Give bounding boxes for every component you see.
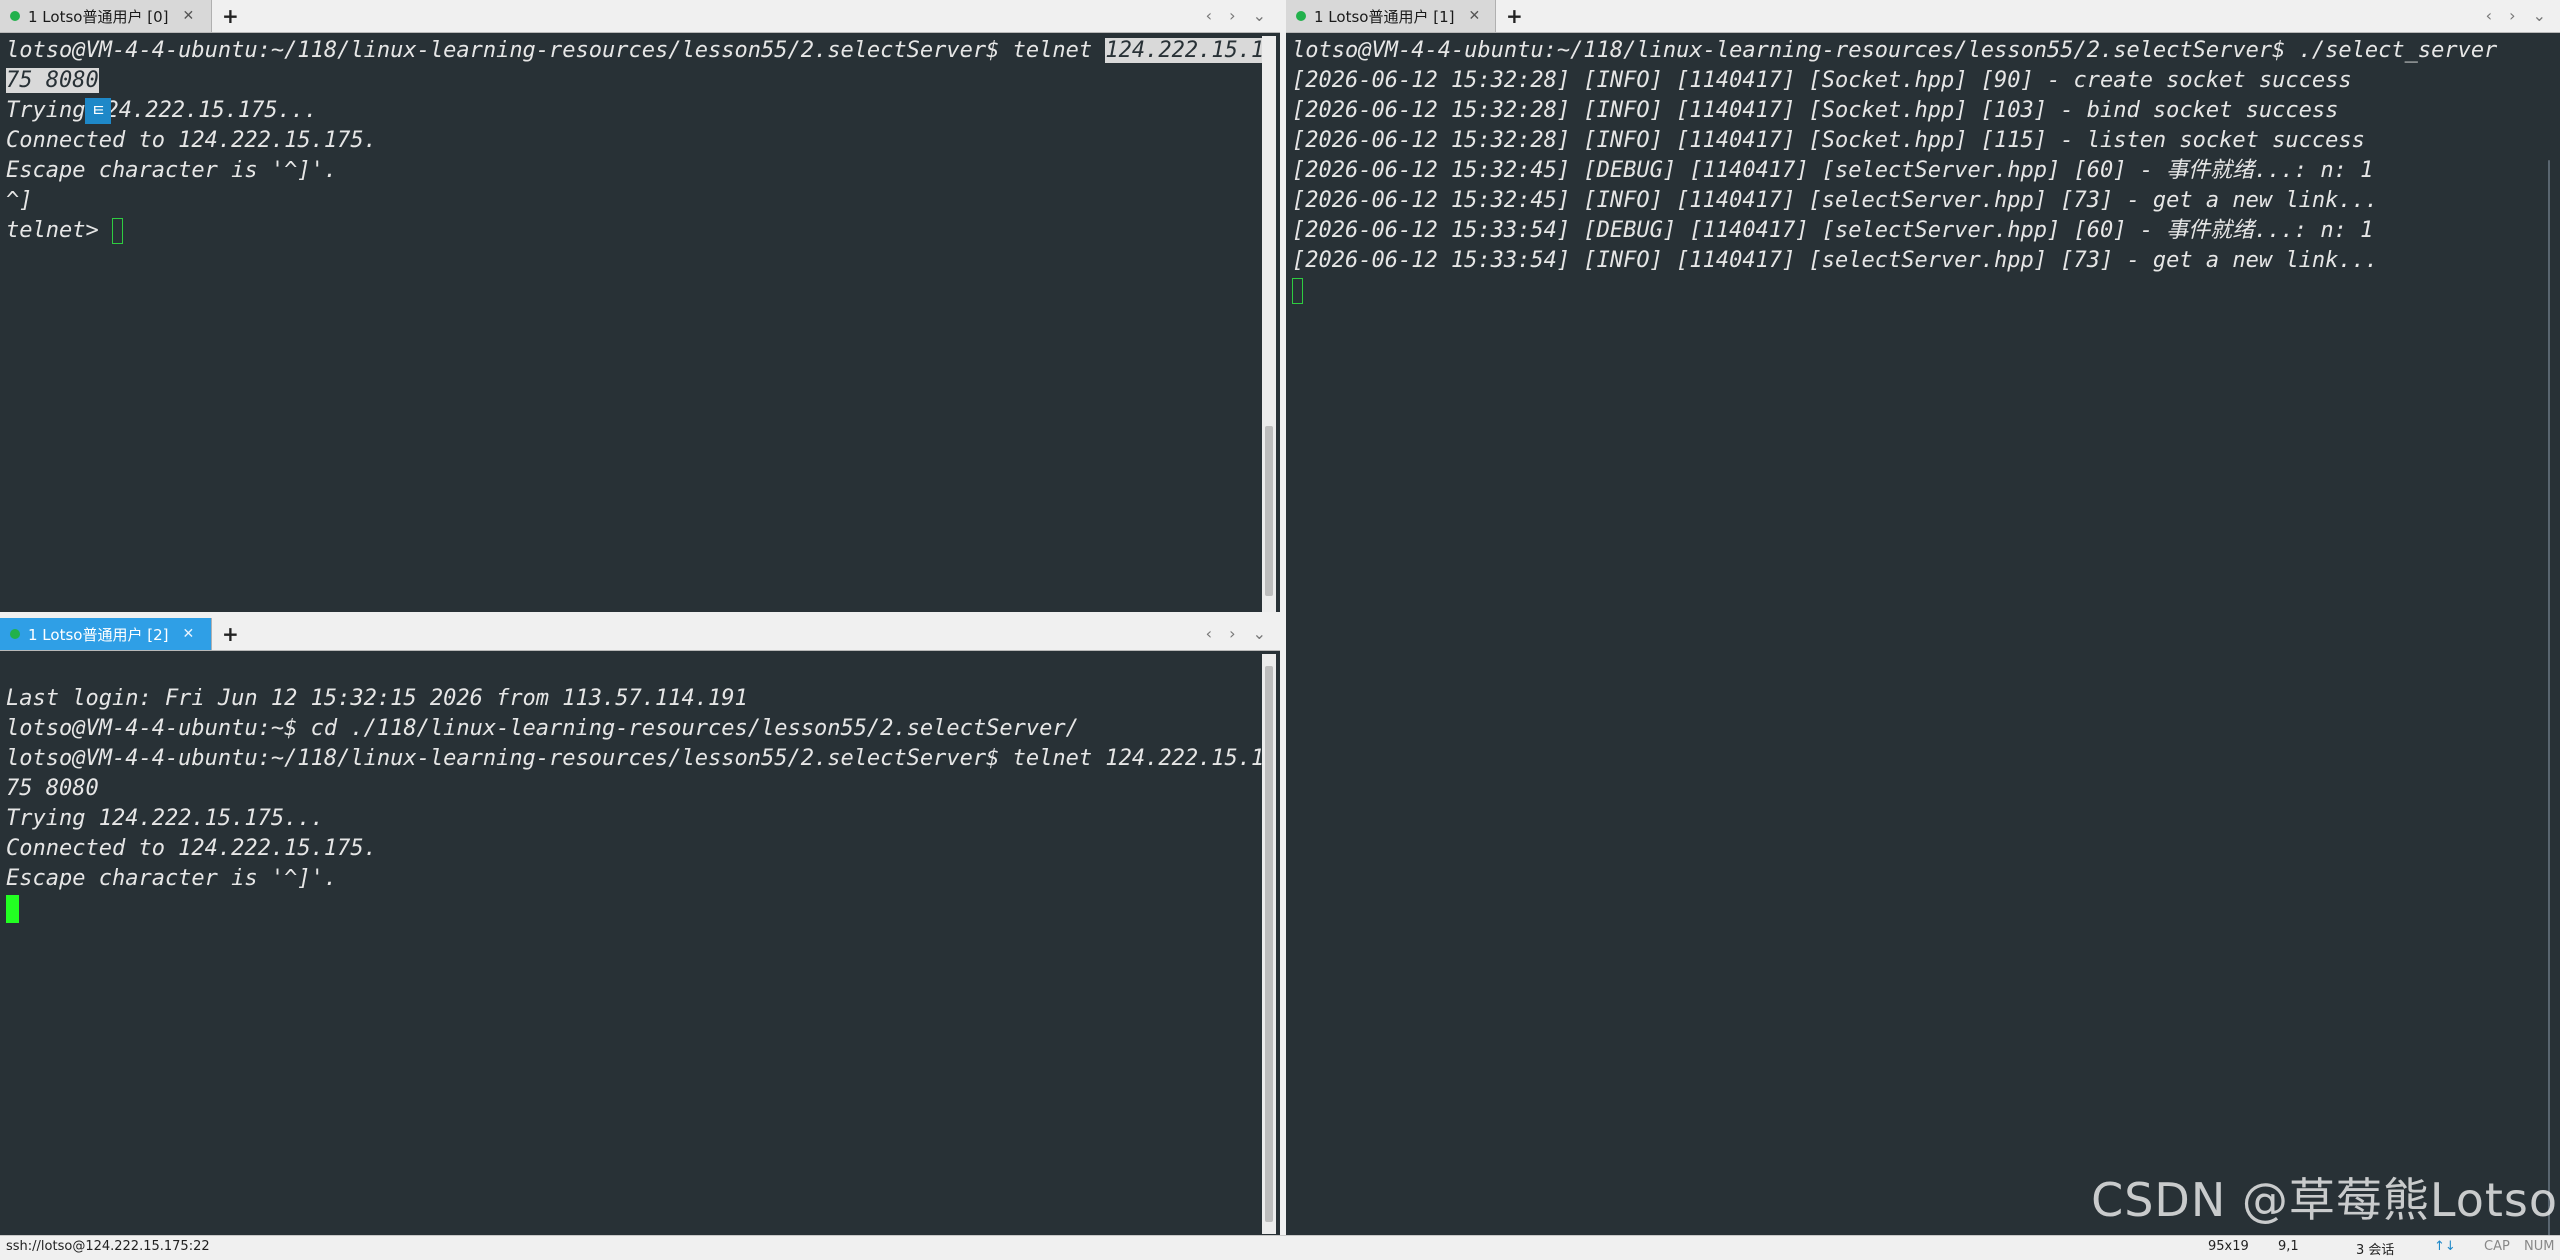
- status-bar: ssh://lotso@124.222.15.175:22 95x19 9,1 …: [0, 1235, 2560, 1260]
- session-tab[interactable]: 1 Lotso普通用户 [0] ✕: [0, 0, 212, 32]
- scrollbar-thumb[interactable]: [1265, 666, 1273, 1222]
- line-text: 75 8080: [6, 776, 99, 801]
- line-text: [2026-06-12 15:32:28] [INFO] [1140417] […: [1292, 128, 2365, 153]
- line-text: [2026-06-12 15:32:45] [INFO] [1140417] […: [1292, 188, 2379, 213]
- tab-bar: 1 Lotso普通用户 [1] ✕ + ‹ › ⌄: [1286, 0, 2560, 33]
- terminal-line: Trying 124.222.15.175...: [6, 804, 1256, 834]
- scrollbar[interactable]: [1262, 654, 1276, 1234]
- tab-nav-icons[interactable]: ‹ › ⌄: [1206, 0, 1272, 32]
- terminal-line: 75 8080: [6, 66, 1256, 96]
- line-text: telnet>: [6, 218, 112, 243]
- line-text: lotso@VM-4-4-ubuntu:~$ cd ./118/linux-le…: [6, 716, 1079, 741]
- close-tab-icon[interactable]: ✕: [182, 626, 194, 642]
- terminal-line: Escape character is '^]'.: [6, 156, 1256, 186]
- terminal-line: [2026-06-12 15:32:45] [DEBUG] [1140417] …: [1292, 156, 2536, 186]
- session-tab[interactable]: 1 Lotso普通用户 [1] ✕: [1286, 0, 1496, 32]
- line-text: [2026-06-12 15:33:54] [DEBUG] [1140417] …: [1292, 218, 2374, 243]
- line-text: Connected to 124.222.15.175.: [6, 836, 377, 861]
- session-count[interactable]: 3 会话: [2356, 1239, 2394, 1258]
- terminal-line: [6, 894, 1256, 924]
- line-text: Connected to 124.222.15.175.: [6, 128, 377, 153]
- line-text: [2026-06-12 15:32:28] [INFO] [1140417] […: [1292, 98, 2339, 123]
- tab-bar: 1 Lotso普通用户 [0] ✕ + ‹ › ⌄: [0, 0, 1280, 33]
- line-text: lotso@VM-4-4-ubuntu:~/118/linux-learning…: [1292, 38, 2498, 63]
- terminal-output[interactable]: lotso@VM-4-4-ubuntu:~/118/linux-learning…: [1292, 36, 2536, 1236]
- line-text: lotso@VM-4-4-ubuntu:~/118/linux-learning…: [6, 746, 1265, 771]
- session-tab[interactable]: 1 Lotso普通用户 [2] ✕: [0, 618, 212, 650]
- line-text: lotso@VM-4-4-ubuntu:~/118/linux-learning…: [6, 38, 1106, 63]
- terminal-line: [2026-06-12 15:32:45] [INFO] [1140417] […: [1292, 186, 2536, 216]
- terminal-pane-right[interactable]: 1 Lotso普通用户 [1] ✕ + ‹ › ⌄ lotso@VM-4-4-u…: [1286, 0, 2560, 1236]
- terminal-line: Connected to 124.222.15.175.: [6, 834, 1256, 864]
- terminal-line: lotso@VM-4-4-ubuntu:~$ cd ./118/linux-le…: [6, 714, 1256, 744]
- scrollbar-thumb[interactable]: [1265, 426, 1273, 596]
- terminal-line: ^]: [6, 186, 1256, 216]
- scrollbar-thumb[interactable]: [2548, 160, 2550, 1236]
- line-text: 24.222.15.175...: [105, 98, 318, 123]
- tab-label: 1 Lotso普通用户 [1]: [1314, 7, 1455, 26]
- terminal-line: telnet>: [6, 216, 1256, 246]
- scrollbar[interactable]: [2542, 160, 2556, 1236]
- terminal-line: [2026-06-12 15:32:28] [INFO] [1140417] […: [1292, 66, 2536, 96]
- line-text: Escape character is '^]'.: [6, 866, 338, 891]
- line-text: Last login: Fri Jun 12 15:32:15 2026 fro…: [6, 686, 748, 711]
- selected-text[interactable]: 124.222.15.1: [1105, 38, 1265, 63]
- new-tab-button[interactable]: +: [222, 0, 239, 32]
- line-text: Escape character is '^]'.: [6, 158, 338, 183]
- terminal-line: [1292, 276, 2536, 306]
- close-tab-icon[interactable]: ✕: [182, 8, 194, 24]
- selected-text[interactable]: 75 8080: [6, 68, 99, 93]
- connection-string: ssh://lotso@124.222.15.175:22: [6, 1239, 210, 1254]
- line-text: [2026-06-12 15:33:54] [INFO] [1140417] […: [1292, 248, 2379, 273]
- terminal-pane-bottom-left[interactable]: 1 Lotso普通用户 [2] ✕ + ‹ › ⌄ Last login: Fr…: [0, 618, 1280, 1236]
- line-text: [2026-06-12 15:32:28] [INFO] [1140417] […: [1292, 68, 2352, 93]
- terminal-size: 95x19: [2208, 1239, 2249, 1254]
- terminal-line: [2026-06-12 15:33:54] [DEBUG] [1140417] …: [1292, 216, 2536, 246]
- connected-status-icon: [10, 629, 20, 639]
- terminal-line: Escape character is '^]'.: [6, 864, 1256, 894]
- terminal-cursor: [1292, 278, 1303, 304]
- close-tab-icon[interactable]: ✕: [1468, 8, 1480, 24]
- tab-label: 1 Lotso普通用户 [0]: [28, 7, 169, 26]
- transfer-arrows-icon: ↑↓: [2434, 1239, 2456, 1254]
- terminal-line: lotso@VM-4-4-ubuntu:~/118/linux-learning…: [1292, 36, 2536, 66]
- connected-status-icon: [10, 11, 20, 21]
- connected-status-icon: [1296, 11, 1306, 21]
- terminal-output[interactable]: lotso@VM-4-4-ubuntu:~/118/linux-learning…: [6, 36, 1265, 612]
- tab-label: 1 Lotso普通用户 [2]: [28, 625, 169, 644]
- terminal-line: lotso@VM-4-4-ubuntu:~/118/linux-learning…: [6, 744, 1264, 774]
- terminal-line: [2026-06-12 15:32:28] [INFO] [1140417] […: [1292, 126, 2536, 156]
- new-tab-button[interactable]: +: [222, 618, 239, 650]
- watermark: CSDN @草莓熊Lotso: [2091, 1173, 2558, 1227]
- terminal-cursor: [111, 218, 123, 244]
- terminal-line: 75 8080: [6, 774, 1256, 804]
- cursor-position: 9,1: [2278, 1239, 2299, 1254]
- tab-nav-icons[interactable]: ‹ › ⌄: [1206, 618, 1272, 650]
- terminal-line: [2026-06-12 15:32:28] [INFO] [1140417] […: [1292, 96, 2536, 126]
- terminal-line: lotso@VM-4-4-ubuntu:~/118/linux-learning…: [6, 36, 1265, 66]
- scrollbar[interactable]: [1262, 36, 1276, 612]
- terminal-line: Connected to 124.222.15.175.: [6, 126, 1256, 156]
- tab-bar: 1 Lotso普通用户 [2] ✕ + ‹ › ⌄: [0, 618, 1280, 651]
- terminal-output[interactable]: Last login: Fri Jun 12 15:32:15 2026 fro…: [6, 654, 1264, 1236]
- terminal-pane-top-left[interactable]: 1 Lotso普通用户 [0] ✕ + ‹ › ⌄ lotso@VM-4-4-u…: [0, 0, 1280, 612]
- num-lock-indicator: NUM: [2524, 1239, 2555, 1254]
- line-text: Trying: [6, 98, 86, 123]
- new-tab-button[interactable]: +: [1506, 0, 1523, 32]
- tab-nav-icons[interactable]: ‹ › ⌄: [2486, 0, 2552, 32]
- caps-lock-indicator: CAP: [2484, 1239, 2510, 1254]
- line-text: [2026-06-12 15:32:45] [DEBUG] [1140417] …: [1292, 158, 2374, 183]
- line-text: Trying 124.222.15.175...: [6, 806, 324, 831]
- terminal-line: Last login: Fri Jun 12 15:32:15 2026 fro…: [6, 684, 1256, 714]
- line-text: ^]: [6, 188, 33, 213]
- ime-indicator-icon: ㅌ: [85, 98, 112, 124]
- terminal-line: [2026-06-12 15:33:54] [INFO] [1140417] […: [1292, 246, 2536, 276]
- terminal-cursor: [6, 895, 19, 923]
- terminal-line: Trying ㅌ24.222.15.175...: [6, 96, 1256, 126]
